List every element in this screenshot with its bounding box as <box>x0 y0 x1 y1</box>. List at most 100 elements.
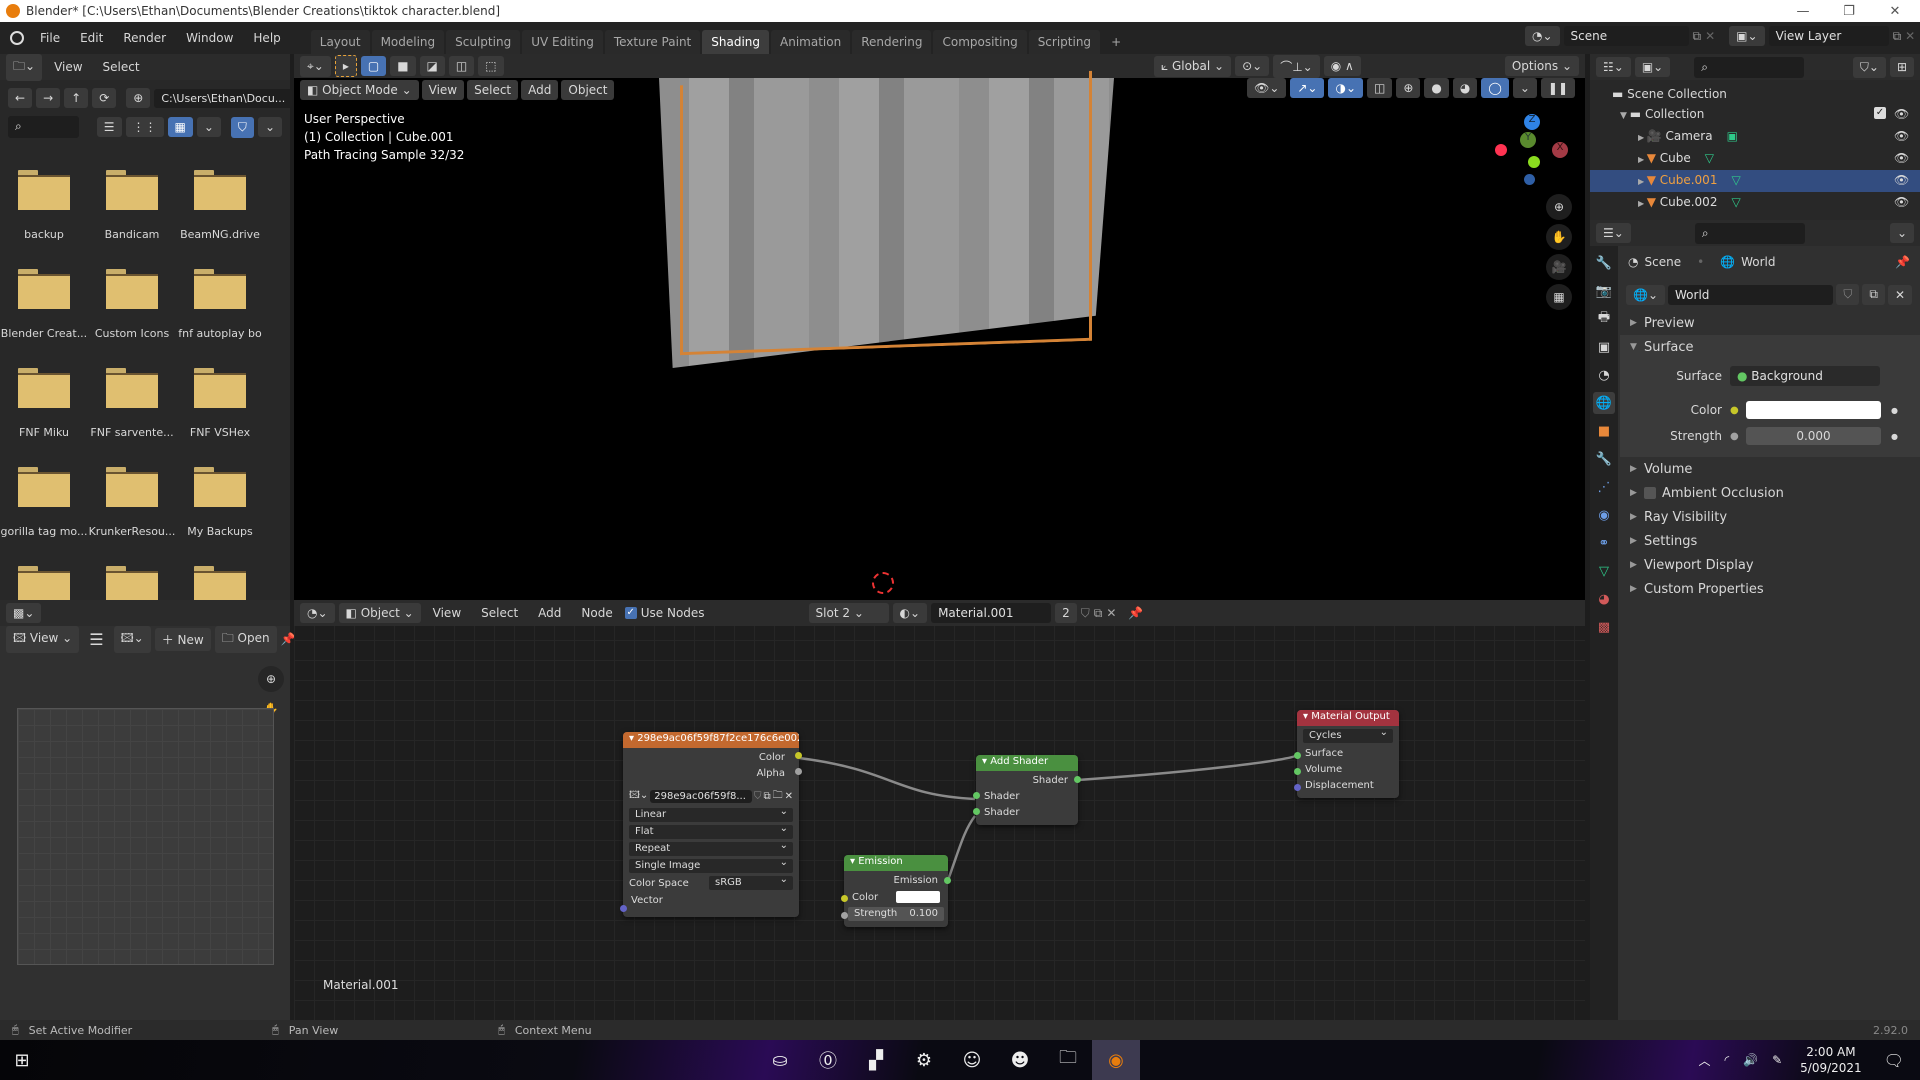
eye-visibility-icon[interactable]: 👁 <box>1894 148 1909 168</box>
select-mode-intersect-icon[interactable]: ⬚ <box>478 56 504 76</box>
folder-icon[interactable] <box>194 170 246 210</box>
folder-icon[interactable] <box>106 269 158 309</box>
directory-path-field[interactable]: C:\Users\Ethan\Docu... <box>154 88 293 108</box>
projection-dropdown[interactable]: Flat <box>629 822 793 839</box>
zoom-view-icon[interactable]: ⊕ <box>1546 194 1572 220</box>
3d-viewport[interactable]: ⌖⌄ ▸ ▢ ■ ◪ ◫ ⬚ ⟀ Global ⌄ ⊙⌄ ⌒⊥⌄ ◉ ∧ Opt… <box>294 54 1585 600</box>
forward-arrow-icon[interactable]: → <box>36 88 61 108</box>
discord-icon[interactable]: ☺ <box>948 1040 996 1080</box>
shader-input-2-socket[interactable] <box>973 808 980 815</box>
notification-center-icon[interactable]: 🗨 <box>1884 1051 1904 1070</box>
folder-label[interactable]: gorilla tag mo... <box>0 525 89 538</box>
outliner-item[interactable]: ▶ ▼ Cube.002 ▽ 👁 <box>1590 192 1920 214</box>
color-output-socket[interactable] <box>795 752 802 759</box>
new-folder-icon[interactable]: ⊕ <box>126 88 151 108</box>
particles-tab-icon[interactable]: ⋰ <box>1593 476 1615 498</box>
select-mode-new-icon[interactable]: ▢ <box>360 56 387 76</box>
collection-row[interactable]: ▼ ▬ Collection ✓ 👁 <box>1612 104 1920 126</box>
surface-input-socket[interactable] <box>1294 752 1301 759</box>
vector-input-socket[interactable] <box>620 905 627 912</box>
tab-animation[interactable]: Animation <box>771 30 851 54</box>
mesh-data-icon[interactable]: ▽ <box>1731 195 1740 209</box>
viewport-add-menu[interactable]: Add <box>521 80 559 100</box>
windows-start-icon[interactable]: ⊞ <box>0 1040 44 1080</box>
mouse-app-icon[interactable]: ⛀ <box>756 1040 804 1080</box>
menu-window[interactable]: Window <box>176 31 243 45</box>
image-browse-icon[interactable]: 🖾⌄ <box>629 788 648 805</box>
extension-dropdown[interactable]: Repeat <box>629 839 793 856</box>
file-select-menu[interactable]: Select <box>95 60 148 74</box>
file-search-input[interactable]: ⌕ <box>8 116 79 138</box>
emission-color-swatch[interactable] <box>896 891 940 903</box>
editor-type-outliner-icon[interactable]: ☷⌄ <box>1596 57 1631 77</box>
world-name-field[interactable]: World <box>1668 284 1834 305</box>
editor-type-properties-icon[interactable]: ☰⌄ <box>1596 223 1631 243</box>
view-layer-tab-icon[interactable]: ▣ <box>1593 336 1615 358</box>
fake-user-shield-icon[interactable]: ⛉ <box>754 791 762 802</box>
folder-icon[interactable] <box>194 467 246 507</box>
object-mode-dropdown[interactable]: ◧ Object Mode ⌄ <box>300 80 419 100</box>
xray-toggle-icon[interactable]: ◫ <box>1367 78 1393 98</box>
world-browse-icon[interactable]: 🌐⌄ <box>1626 284 1665 305</box>
emission-strength-socket[interactable] <box>841 912 848 919</box>
blender-menu-icon[interactable] <box>10 31 24 45</box>
menu-render[interactable]: Render <box>113 31 176 45</box>
thumbnail-view-icon[interactable]: ▦ <box>167 117 193 137</box>
viewport-object-menu[interactable]: Object <box>561 80 615 100</box>
minimize-button[interactable]: — <box>1780 0 1826 22</box>
select-tool-icon[interactable]: ▸ <box>334 55 357 77</box>
z-axis-icon[interactable]: Z <box>1524 114 1540 130</box>
emission-output-socket[interactable] <box>944 877 951 884</box>
select-mode-subtract-icon[interactable]: ◪ <box>419 56 445 76</box>
pin-icon[interactable]: 📌 <box>1895 255 1910 269</box>
folder-label[interactable]: My Backups <box>175 525 265 538</box>
viewport-view-menu[interactable]: View <box>421 80 465 100</box>
texture-tab-icon[interactable]: ▩ <box>1593 616 1615 638</box>
folder-label[interactable]: FNF Miku <box>0 426 89 439</box>
pen-icon[interactable]: ✎ <box>1772 1053 1782 1067</box>
folder-icon[interactable] <box>194 269 246 309</box>
new-image-button[interactable]: ＋ New <box>154 627 211 651</box>
tab-scripting[interactable]: Scripting <box>1028 30 1101 54</box>
folder-label[interactable]: Custom Icons <box>87 327 177 340</box>
camera-data-icon[interactable]: ▣ <box>1727 129 1738 143</box>
volume-input-socket[interactable] <box>1294 768 1301 775</box>
menu-file[interactable]: File <box>30 31 70 45</box>
folder-label[interactable]: BeamNG.drive <box>175 228 265 241</box>
view-layer-selector-icon[interactable]: ▣⌄ <box>1729 26 1765 46</box>
mesh-data-tab-icon[interactable]: ▽ <box>1593 560 1615 582</box>
ambient-occlusion-checkbox[interactable] <box>1644 487 1656 499</box>
folder-icon[interactable] <box>18 170 70 210</box>
new-collection-icon[interactable]: ⊞ <box>1889 57 1914 77</box>
viewport-select-menu[interactable]: Select <box>467 80 519 100</box>
outliner-search-input[interactable]: ⌕ <box>1694 56 1805 78</box>
emission-node[interactable]: ▾ Emission Emission Color Strength 0.100 <box>841 855 951 927</box>
select-mode-invert-icon[interactable]: ◫ <box>448 56 475 76</box>
physics-tab-icon[interactable]: ◉ <box>1593 504 1615 526</box>
maximize-button[interactable]: ❐ <box>1826 0 1872 22</box>
material-output-node[interactable]: ▾ Material Output Cycles Surface Volume … <box>1294 710 1399 798</box>
keyframe-dot-icon[interactable]: ● <box>1891 406 1898 415</box>
unlink-image-icon[interactable]: ✕ <box>785 791 793 802</box>
outliner-item[interactable]: ▶ ▼ Cube.001 ▽ 👁 <box>1590 170 1920 192</box>
image-view-menu[interactable]: 🖾 View ⌄ <box>6 625 80 653</box>
material-tab-icon[interactable]: ◕ <box>1593 588 1615 610</box>
duplicate-world-icon[interactable]: ⧉ <box>1862 284 1885 305</box>
menu-help[interactable]: Help <box>243 31 290 45</box>
tab-sculpting[interactable]: Sculpting <box>446 30 521 54</box>
file-explorer-icon[interactable]: 🗀 <box>1044 1040 1092 1080</box>
displacement-input-socket[interactable] <box>1294 784 1301 791</box>
filter-options-chevron-icon[interactable]: ⌄ <box>257 117 282 137</box>
object-tab-icon[interactable]: ■ <box>1593 420 1615 442</box>
image-canvas[interactable] <box>17 708 274 965</box>
folder-icon[interactable] <box>106 467 158 507</box>
strength-socket-icon[interactable]: ● <box>1730 431 1746 442</box>
gizmo-toggle-icon[interactable]: ↗⌄ <box>1290 78 1325 98</box>
solid-shading-icon[interactable]: ● <box>1424 78 1449 98</box>
panel-viewport-display[interactable]: ▶ Viewport Display <box>1620 553 1920 577</box>
keyframe-dot-icon[interactable]: ● <box>1891 432 1898 441</box>
filter-icon[interactable]: ⛉ <box>230 116 254 138</box>
roblox-studio-icon[interactable]: ▞ <box>852 1040 900 1080</box>
world-color-swatch[interactable] <box>1746 401 1881 419</box>
tab-layout[interactable]: Layout <box>310 30 370 54</box>
